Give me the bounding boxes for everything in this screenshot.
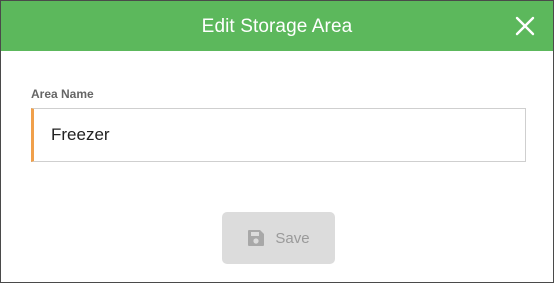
area-name-field-wrapper [31,108,526,162]
close-button[interactable] [515,16,535,36]
edit-storage-area-dialog: Edit Storage Area Area Name Save [0,0,554,283]
area-name-label: Area Name [31,87,94,101]
dialog-title: Edit Storage Area [201,16,353,37]
close-icon [515,16,535,36]
floppy-disk-icon [247,229,265,247]
save-button-label: Save [275,230,310,247]
area-name-input[interactable] [34,109,525,161]
dialog-header: Edit Storage Area [1,1,553,51]
save-button[interactable]: Save [222,212,335,264]
